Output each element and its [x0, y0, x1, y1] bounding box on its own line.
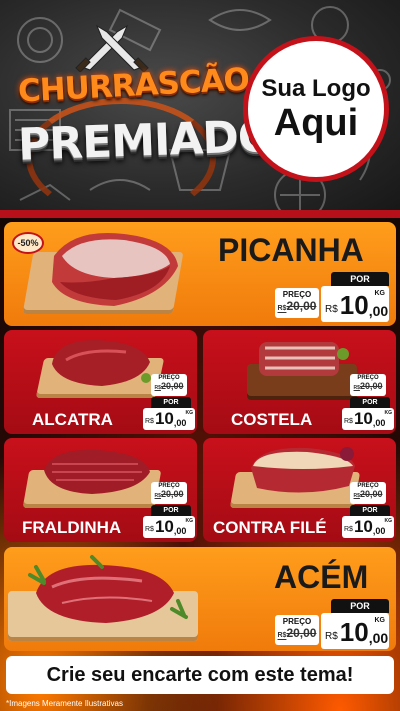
meat-product-image: [52, 340, 151, 386]
currency: R$: [344, 418, 353, 425]
old-price: R$20,00: [275, 299, 319, 313]
price-tag: PREÇO R$20,00 POR R$ 10 ,00 KG: [143, 482, 195, 540]
price-tag: PREÇO R$20,00 POR R$ 10 ,00 KG: [275, 599, 391, 651]
price-integer: 10: [353, 409, 373, 428]
price-integer: 10: [154, 409, 174, 428]
old-price-value: 20,00: [286, 626, 317, 640]
crossed-knives-icon: [75, 24, 149, 72]
brand-title-line2: PREMIADO: [17, 110, 276, 171]
por-label: POR: [151, 397, 191, 408]
unit-label: KG: [374, 617, 386, 624]
meat-product-image: [251, 447, 355, 493]
price-tag: PREÇO R$20,00 POR R$ 10 ,00 KG: [342, 374, 394, 432]
header-banner: CHURRASCÃO PREMIADO Sua Logo Aqui: [0, 0, 400, 218]
price-tag: PREÇO R$20,00 POR R$ 10 ,00 KG: [275, 272, 391, 324]
meat-product-image: [259, 342, 349, 376]
product-card-costela: COSTELA PREÇO R$20,00 POR R$ 10 ,00 KG: [203, 330, 396, 434]
currency: R$: [145, 526, 154, 533]
currency: R$: [344, 526, 353, 533]
unit-label: KG: [384, 518, 393, 524]
old-price-box: PREÇO R$20,00: [350, 374, 386, 396]
old-price-value: 20,00: [160, 381, 184, 391]
price-integer: 10: [353, 517, 373, 536]
call-to-action-banner: Crie seu encarte com este tema!: [6, 656, 394, 694]
product-name: COSTELA: [231, 410, 313, 429]
meat-product-image: [28, 555, 188, 623]
unit-label: KG: [374, 290, 386, 297]
currency: R$: [325, 631, 338, 642]
product-card-fraldinha: FRALDINHA PREÇO R$20,00 POR R$ 10 ,00 KG: [4, 438, 197, 542]
unit-label: KG: [384, 410, 393, 416]
old-price-box: PREÇO R$20,00: [151, 482, 187, 504]
price-integer: 10: [154, 517, 174, 536]
price-tag: PREÇO R$20,00 POR R$ 10 ,00 KG: [342, 482, 394, 540]
meat-product-image: [44, 449, 150, 494]
old-price: R$20,00: [350, 381, 386, 391]
old-price: R$20,00: [151, 381, 187, 391]
call-to-action-text: Crie seu encarte com este tema!: [46, 663, 354, 686]
new-price-box: R$ 10 ,00 KG: [143, 408, 195, 430]
unit-label: KG: [185, 410, 194, 416]
price-decimal: ,00: [372, 418, 386, 428]
old-price: R$20,00: [275, 626, 319, 640]
price-decimal: ,00: [372, 526, 386, 536]
old-price-box: PREÇO R$20,00: [151, 374, 187, 396]
product-card-contra-file: CONTRA FILÉ PREÇO R$20,00 POR R$ 10 ,00 …: [203, 438, 396, 542]
old-price: R$20,00: [151, 489, 187, 499]
old-price-value: 20,00: [160, 489, 184, 499]
old-price-value: 20,00: [359, 381, 383, 391]
old-price-box: PREÇO R$20,00: [275, 615, 319, 645]
discount-badge: -50%: [12, 232, 44, 254]
price-label: PREÇO: [282, 290, 312, 299]
new-price-box: R$ 10 ,00 KG: [143, 516, 195, 538]
brand-title-line1: CHURRASCÃO: [17, 61, 250, 110]
product-card-picanha: -50% PICANHA PREÇO R$20,00 POR R$ 10 ,00…: [4, 222, 396, 326]
product-card-alcatra: ALCATRA PREÇO R$20,00 POR R$ 10 ,00 KG: [4, 330, 197, 434]
por-label: POR: [151, 505, 191, 516]
currency: R$: [145, 418, 154, 425]
por-label: POR: [331, 599, 389, 613]
old-price: R$20,00: [350, 489, 386, 499]
brand-title: CHURRASCÃO PREMIADO: [17, 24, 275, 218]
new-price-box: R$ 10 ,00 KG: [321, 613, 389, 649]
price-label: PREÇO: [282, 617, 312, 626]
logo-text-line1: Sua Logo: [261, 75, 371, 102]
unit-label: KG: [185, 518, 194, 524]
old-price-value: 20,00: [286, 299, 317, 313]
new-price-box: R$ 10 ,00 KG: [342, 408, 394, 430]
disclaimer-text: *Imagens Meramente Ilustrativas: [6, 699, 123, 708]
price-decimal: ,00: [368, 303, 389, 319]
price-integer: 10: [339, 617, 369, 647]
logo-placeholder: Sua Logo Aqui: [243, 36, 389, 182]
new-price-box: R$ 10 ,00 KG: [321, 286, 389, 322]
old-price-box: PREÇO R$20,00: [350, 482, 386, 504]
old-price-value: 20,00: [359, 489, 383, 499]
product-name: ACÉM: [274, 559, 369, 595]
price-tag: PREÇO R$20,00 POR R$ 10 ,00 KG: [143, 374, 195, 432]
por-label: POR: [331, 272, 389, 286]
new-price-box: R$ 10 ,00 KG: [342, 516, 394, 538]
product-name: FRALDINHA: [22, 518, 122, 537]
currency: R$: [325, 304, 338, 315]
product-name: CONTRA FILÉ: [213, 518, 327, 537]
product-name: PICANHA: [218, 232, 364, 268]
price-integer: 10: [339, 290, 369, 320]
por-label: POR: [350, 505, 390, 516]
por-label: POR: [350, 397, 390, 408]
price-decimal: ,00: [368, 630, 389, 646]
product-name: ALCATRA: [32, 410, 113, 429]
old-price-box: PREÇO R$20,00: [275, 288, 319, 318]
price-decimal: ,00: [173, 526, 187, 536]
product-card-acem: ACÉM PREÇO R$20,00 POR R$ 10 ,00 KG: [4, 547, 396, 651]
header-divider: [0, 210, 400, 218]
price-decimal: ,00: [173, 418, 187, 428]
logo-text-line2: Aqui: [273, 102, 359, 144]
meat-product-image: [52, 232, 178, 306]
